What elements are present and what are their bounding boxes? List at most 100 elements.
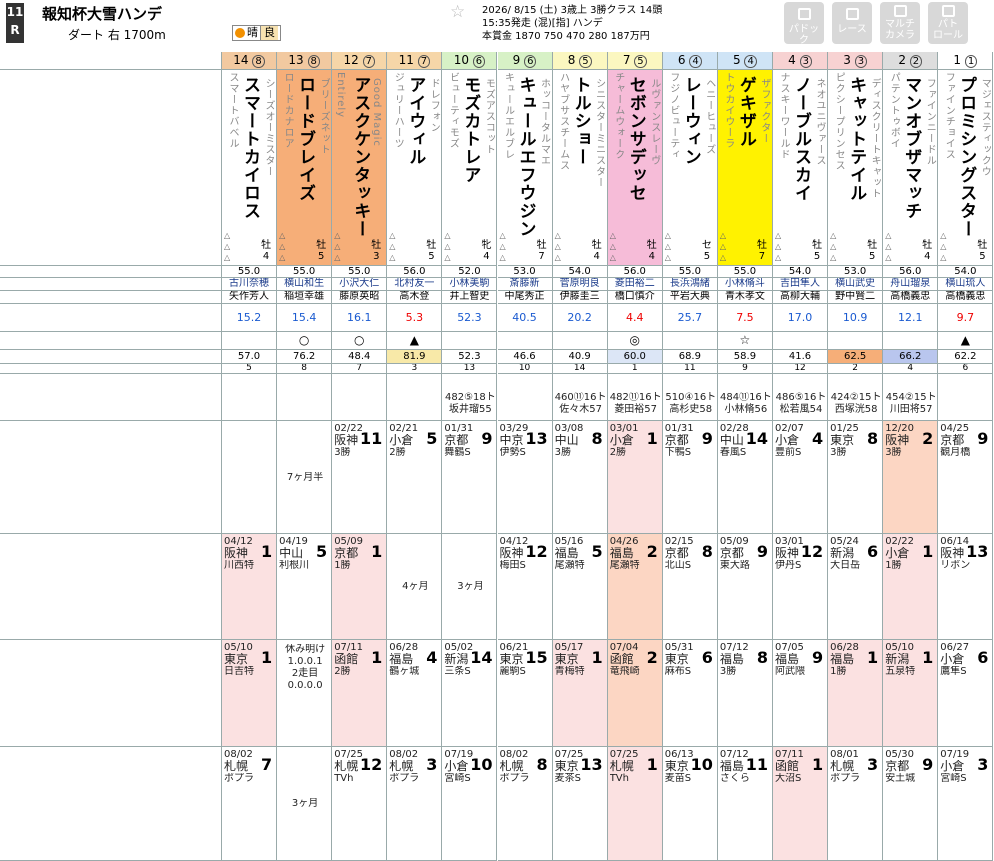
past-race-cell[interactable]: 04/19 中山 5 利根川: [277, 534, 333, 640]
past-race-cell[interactable]: 07/19 小倉 3 宮崎S: [938, 747, 994, 861]
past-race-cell[interactable]: 06/28 福島 1 1勝: [828, 640, 884, 747]
past-race-cell[interactable]: 07/19 小倉 10 宮崎S: [442, 747, 498, 861]
past-race-cell[interactable]: 04/25 京都 9 観月橋: [938, 421, 994, 534]
past-race-cell[interactable]: 01/25 東京 8 3勝: [828, 421, 884, 534]
past-race-cell[interactable]: 07/04 函館 2 竜飛崎: [607, 640, 663, 747]
past-race-cell[interactable]: 06/13 東京 10 麦苗S: [662, 747, 718, 861]
horse-name-cell[interactable]: パテントゥボイ マンオブザマッチ ファインニードル △ △ △ 牡 4: [883, 70, 939, 266]
past-race-cell[interactable]: 4ヶ月: [387, 534, 443, 640]
past-race-cell[interactable]: 3ヶ月: [277, 747, 333, 861]
index-cell: 68.9: [662, 350, 718, 364]
past-race-cell[interactable]: [497, 374, 553, 421]
past-race-cell[interactable]: 07/12 福島 11 さくら: [717, 747, 773, 861]
horse-name-cell[interactable]: フジノビューティ レーウィン ヘニーヒューズ △ △ △ セ 5: [662, 70, 718, 266]
past-race-cell[interactable]: 03/01 阪神 12 伊丹S: [773, 534, 829, 640]
past-race-cell[interactable]: 02/22 阪神 11 3勝: [332, 421, 388, 534]
past-race-cell[interactable]: 07/11 函館 1 2勝: [332, 640, 388, 747]
past-race-cell[interactable]: [387, 374, 443, 421]
past-race-cell[interactable]: 05/10 東京 1 日吉特: [222, 640, 278, 747]
horse-name-cell[interactable]: ハヤブサスチームス トルショー シニスターミニスター △ △ △ 牡 4: [552, 70, 608, 266]
past-race-cell[interactable]: 06/21 東京 15 麗駒S: [497, 640, 553, 747]
horse-name-cell[interactable]: ピクシープリンセス キャットテイル ディスクリートキャット △ △ △ 牡 5: [828, 70, 884, 266]
past-race-cell[interactable]: 482⑤18ト 坂井瑠55: [442, 374, 498, 421]
past-race-cell[interactable]: 05/10 新潟 1 五泉特: [883, 640, 939, 747]
past-race-cell[interactable]: 460⑪16ト 佐々木57: [552, 374, 608, 421]
past-race-cell[interactable]: 05/24 新潟 6 大日岳: [828, 534, 884, 640]
past-race-cell[interactable]: [222, 421, 278, 534]
past-race-cell[interactable]: 01/31 京都 9 下鴨S: [662, 421, 718, 534]
horse-name-cell[interactable]: ナスキーワールド ノーブルスカイ ネオユニヴァース △ △ △ 牡 5: [773, 70, 829, 266]
past-race-cell[interactable]: 05/02 新潟 14 三条S: [442, 640, 498, 747]
favorite-star-icon[interactable]: ☆: [450, 2, 465, 22]
race-video-button[interactable]: レース: [832, 2, 872, 44]
past-race-cell[interactable]: 06/27 小倉 6 鷹隼S: [938, 640, 994, 747]
past-race-cell[interactable]: [277, 374, 333, 421]
past-race-cell[interactable]: 482⑪16ト 菱田裕57: [607, 374, 663, 421]
past-race-cell[interactable]: 04/26 福島 2 尾瀬特: [607, 534, 663, 640]
past-race-note: 484⑪16ト 小林脩56: [719, 391, 772, 415]
past-race-cell[interactable]: 07/25 東京 13 麦茶S: [552, 747, 608, 861]
past-race-cell[interactable]: 3ヶ月: [442, 534, 498, 640]
patrol-button[interactable]: パト ロール: [928, 2, 968, 44]
form-marks: △ △ △: [830, 231, 837, 262]
form-marks: △ △ △: [224, 231, 231, 262]
past-race-cell[interactable]: 05/16 福島 5 尾瀬特: [552, 534, 608, 640]
past-race-cell[interactable]: 12/20 阪神 2 3勝: [883, 421, 939, 534]
horse-name-cell[interactable]: ファインチョイス プロミシングスター マジェスティックウ △ △ △ 牡 5: [938, 70, 994, 266]
past-race-cell[interactable]: 454②15ト 川田将57: [883, 374, 939, 421]
frame-number: 4: [689, 55, 702, 68]
past-race-cell[interactable]: 06/14 阪神 13 リボン: [938, 534, 994, 640]
paddock-button[interactable]: パドック: [784, 2, 824, 46]
past-race-cell[interactable]: 05/31 東京 6 麻布S: [662, 640, 718, 747]
past-race-cell[interactable]: 486⑤16ト 松若風54: [773, 374, 829, 421]
horse-name-cell[interactable]: ロードカナロア ロードブレイズ ブリーズネット △ △ △ 牡 5: [277, 70, 333, 266]
past-race-cell[interactable]: 07/12 福島 8 3勝: [717, 640, 773, 747]
multi-camera-button[interactable]: マルチ カメラ: [880, 2, 920, 44]
form-marks: △ △ △: [885, 231, 892, 262]
sex-age: 牝4: [481, 240, 492, 262]
past-race-cell[interactable]: 04/12 阪神 1 川西特: [222, 534, 278, 640]
past-race-cell[interactable]: 07/25 札幌 12 TVh: [332, 747, 388, 861]
past-race-cell[interactable]: 02/22 小倉 1 1勝: [883, 534, 939, 640]
horse-name-cell[interactable]: チャームウォーク セボンサデッセ ルヴァンスレーヴ △ △ △ 牡 4: [607, 70, 663, 266]
past-race-cell[interactable]: 05/09 京都 1 1勝: [332, 534, 388, 640]
past-race-cell[interactable]: 02/15 京都 8 北山S: [662, 534, 718, 640]
past-race-finish: 13: [525, 429, 548, 448]
past-race-cell[interactable]: 01/31 京都 9 舞鶴S: [442, 421, 498, 534]
past-race-cell[interactable]: 02/21 小倉 5 2勝: [387, 421, 443, 534]
past-race-cell[interactable]: 休み明け 1.0.0.1 2走目 0.0.0.0: [277, 640, 333, 747]
horse-name-cell[interactable]: スマートバベル スマートカイロス シーズオーミスター △ △ △ 牡 4: [222, 70, 278, 266]
past-race-cell[interactable]: [222, 374, 278, 421]
horse-name-cell[interactable]: ジュリーハーツ アイウィル ドレフォン △ △ △ 牡 5: [387, 70, 443, 266]
past-race-cell[interactable]: 07/11 函館 1 大沼S: [773, 747, 829, 861]
past-race-cell[interactable]: 03/01 小倉 1 2勝: [607, 421, 663, 534]
past-race-cell[interactable]: 484⑪16ト 小林脩56: [717, 374, 773, 421]
index-rank-cell: 1: [607, 364, 663, 374]
past-race-cell[interactable]: 7ヶ月半: [277, 421, 333, 534]
past-race-cell[interactable]: 05/30 京都 9 安土城: [883, 747, 939, 861]
past-race-cell[interactable]: 07/05 福島 9 阿武隈: [773, 640, 829, 747]
past-race-cell[interactable]: 08/01 札幌 3 ポプラ: [828, 747, 884, 861]
horse-name-cell[interactable]: ビューティモズ モズカトレア モズアスコット △ △ △ 牝 4: [442, 70, 498, 266]
past-race-cell[interactable]: 03/29 中京 13 伊勢S: [497, 421, 553, 534]
horse-name-cell[interactable]: Entirely アスクケンタッキー Good Magic △ △ △ 牡 3: [332, 70, 388, 266]
past-race-cell[interactable]: 424②15ト 西塚洸58: [828, 374, 884, 421]
past-race-cell[interactable]: 08/02 札幌 7 ポプラ: [222, 747, 278, 861]
past-race-class: 尾瀬特: [609, 560, 640, 571]
past-race-cell[interactable]: 02/28 中山 14 春風S: [717, 421, 773, 534]
horse-name-cell[interactable]: キュールエルブレ キュールエフウジン ホッコータルマエ △ △ △ 牡 7: [497, 70, 553, 266]
past-race-cell[interactable]: 07/25 札幌 1 TVh: [607, 747, 663, 861]
horse-number: 9: [512, 53, 521, 67]
past-race-cell[interactable]: 08/02 札幌 3 ポプラ: [387, 747, 443, 861]
past-race-cell[interactable]: 06/28 福島 4 鶴ヶ城: [387, 640, 443, 747]
past-race-cell[interactable]: [938, 374, 994, 421]
past-race-cell[interactable]: 02/07 小倉 4 豊前S: [773, 421, 829, 534]
past-race-cell[interactable]: 05/09 京都 9 東大路: [717, 534, 773, 640]
past-race-cell[interactable]: 05/17 東京 1 青梅特: [552, 640, 608, 747]
horse-name-cell[interactable]: トウカイウーラ ゲキザル ザファクター △ △ △ 牡 7: [717, 70, 773, 266]
past-race-cell[interactable]: [332, 374, 388, 421]
past-race-cell[interactable]: 510④16ト 高杉史58: [662, 374, 718, 421]
past-race-cell[interactable]: 03/08 中山 8 3勝: [552, 421, 608, 534]
past-race-cell[interactable]: 04/12 阪神 12 梅田S: [497, 534, 553, 640]
past-race-cell[interactable]: 08/02 札幌 8 ポプラ: [497, 747, 553, 861]
